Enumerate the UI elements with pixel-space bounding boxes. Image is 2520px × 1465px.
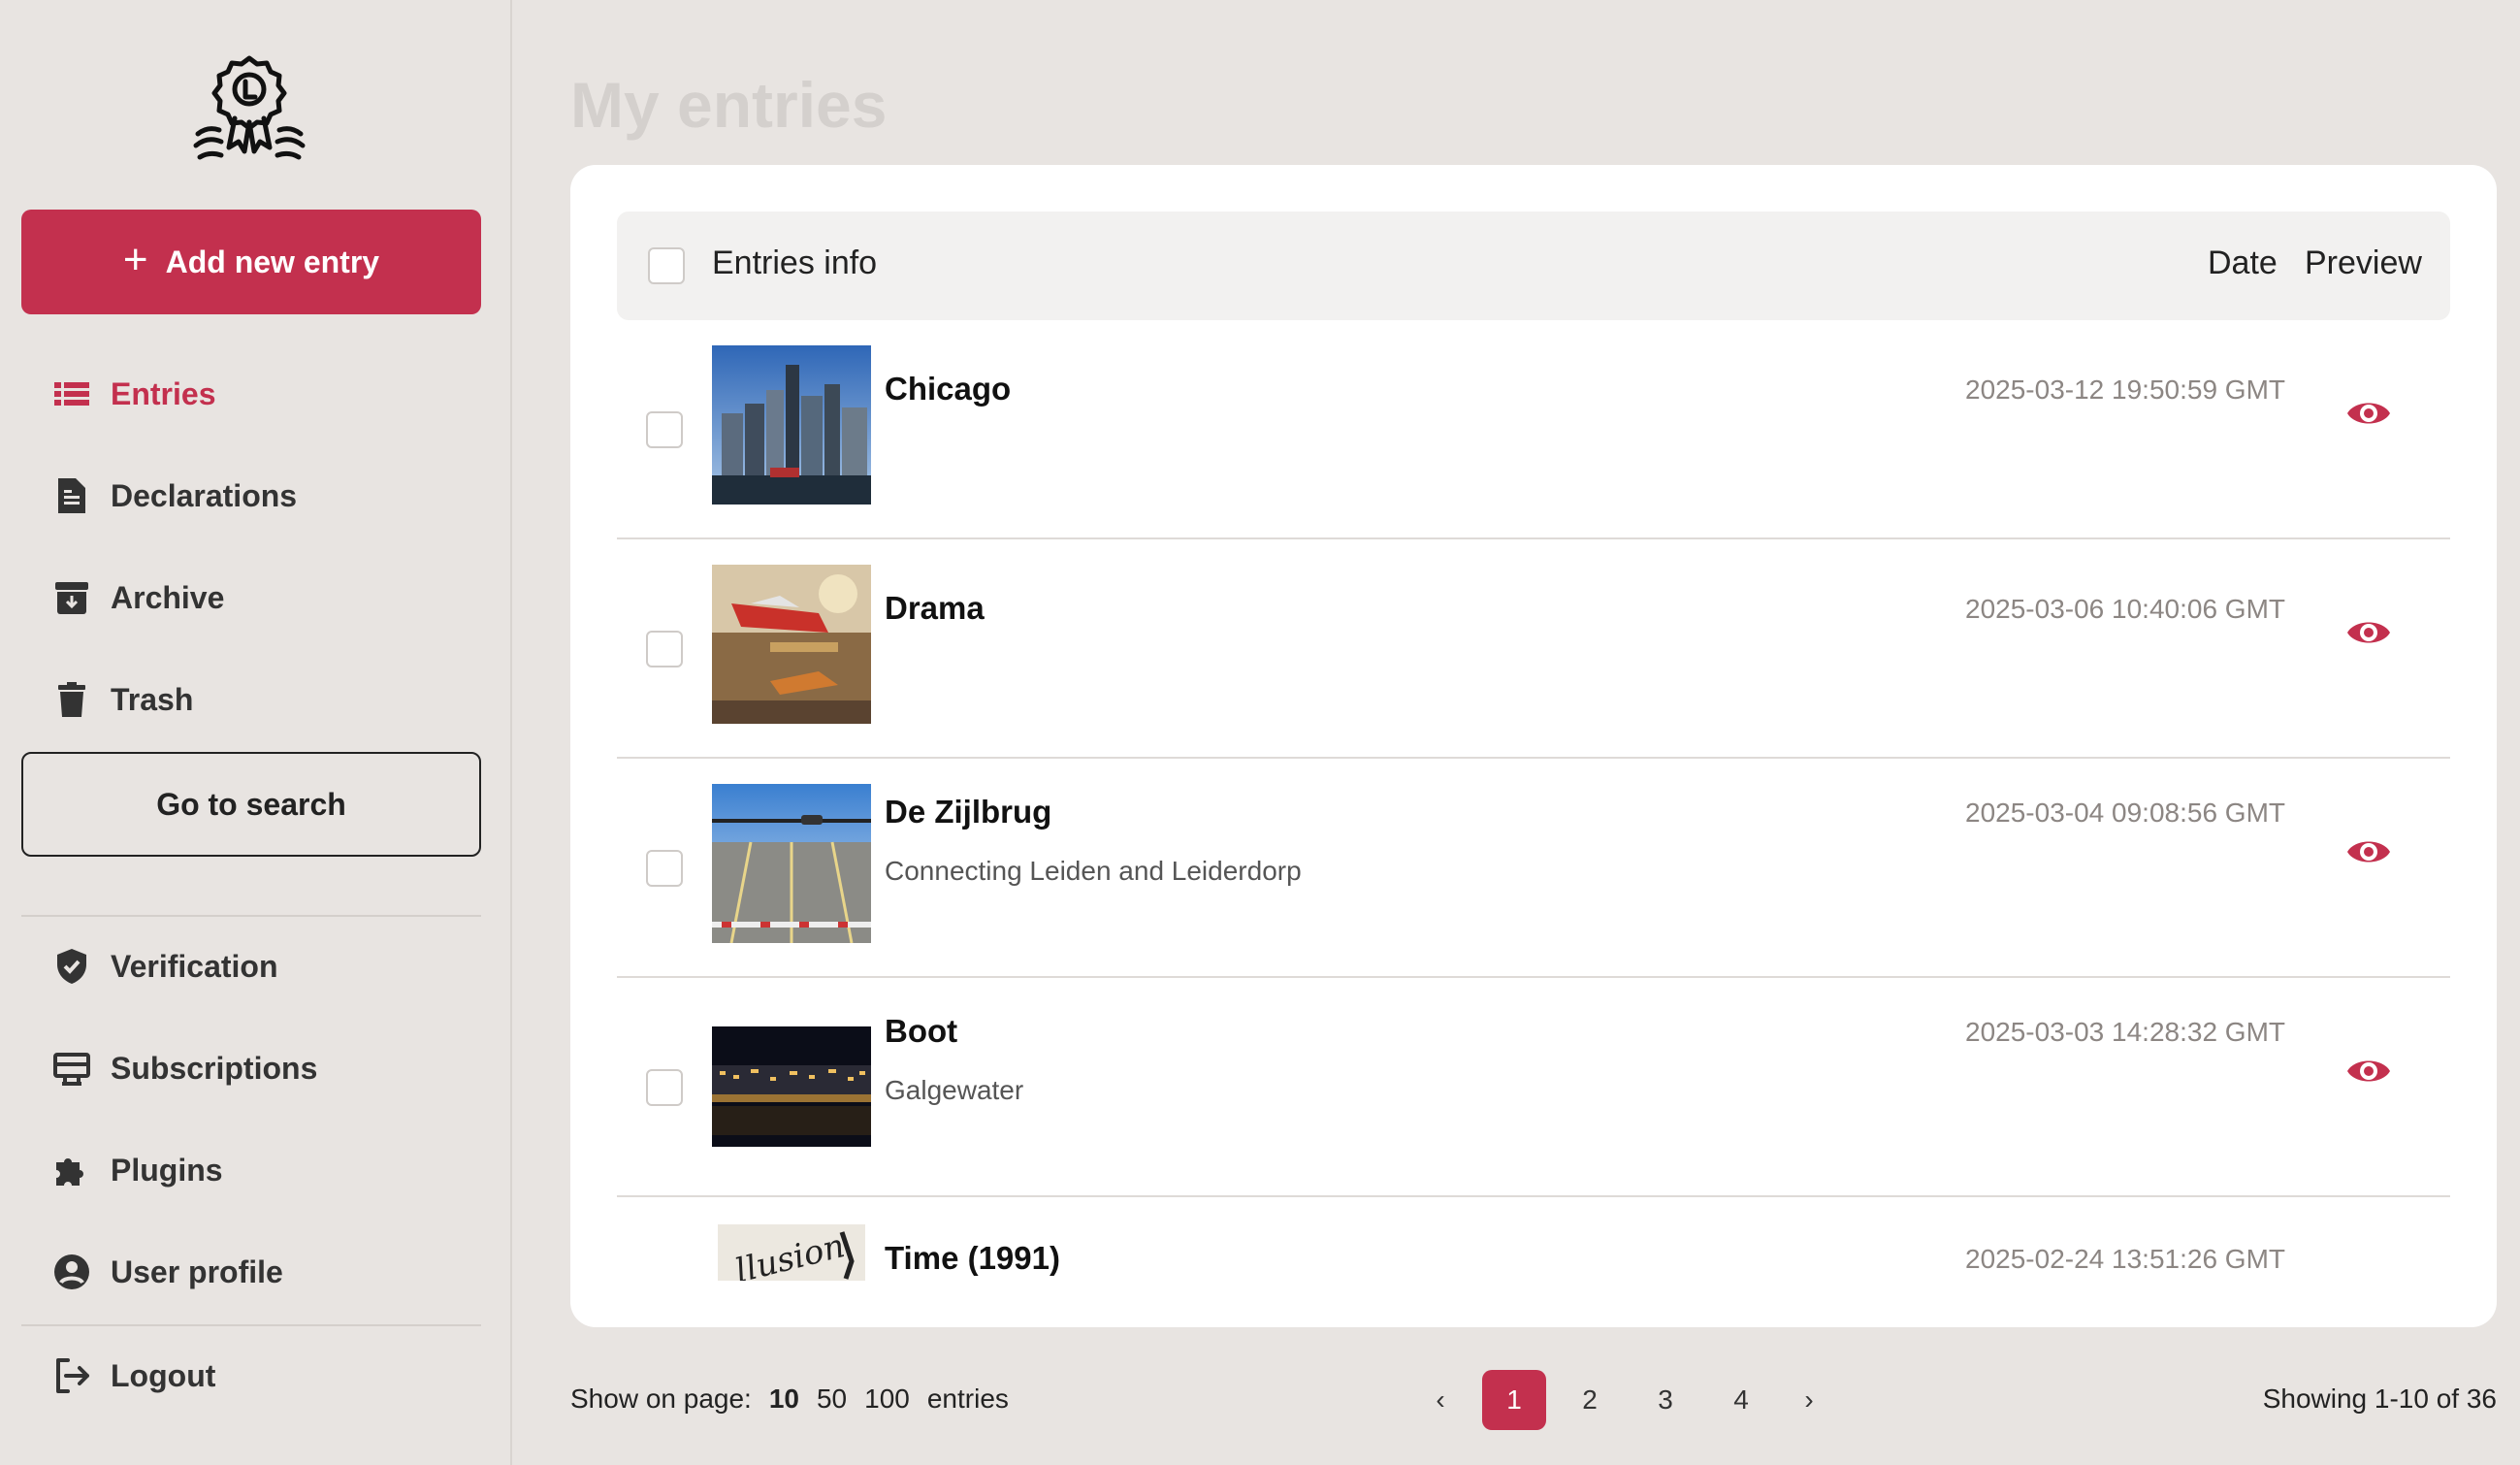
entry-title: Time (1991)	[885, 1240, 1060, 1276]
sidebar-item-label: Verification	[111, 948, 278, 984]
entry-date: 2025-02-24 13:51:26 GMT	[1965, 1244, 2285, 1274]
sidebar-item-label: Declarations	[111, 477, 298, 513]
subscriptions-icon	[53, 1053, 90, 1086]
showing-count: Showing 1-10 of 36	[2262, 1384, 2497, 1414]
logo-icon	[193, 55, 306, 160]
logout-icon	[56, 1358, 89, 1393]
table-row[interactable]: Drama 2025-03-06 10:40:06 GMT	[617, 539, 2450, 759]
sidebar-item-plugins[interactable]: Plugins	[52, 1141, 223, 1199]
header-preview: Preview	[2305, 244, 2422, 281]
show-on-page-label: Show on page:	[570, 1384, 752, 1414]
table-row[interactable]: Boot Galgewater 2025-03-03 14:28:32 GMT	[617, 978, 2450, 1197]
table-row[interactable]: De Zijlbrug Connecting Leiden and Leider…	[617, 759, 2450, 978]
entry-thumbnail	[712, 784, 871, 943]
entry-subtitle: Galgewater	[885, 1075, 1024, 1105]
page-button-4[interactable]: 4	[1709, 1370, 1773, 1430]
preview-eye-icon[interactable]	[2345, 609, 2392, 656]
trash-icon	[58, 682, 85, 717]
sidebar-divider	[21, 1324, 481, 1326]
sidebar-item-trash[interactable]: Trash	[52, 670, 193, 729]
sidebar-divider	[21, 915, 481, 917]
plus-icon: +	[122, 236, 148, 283]
page-title: My entries	[570, 69, 888, 141]
table-row[interactable]: llusion Time (1991) 2025-02-24 13:51:26 …	[617, 1197, 2450, 1327]
entries-label: entries	[926, 1384, 1009, 1414]
add-new-entry-label: Add new entry	[165, 244, 380, 279]
sidebar-item-entries[interactable]: Entries	[52, 365, 215, 423]
sidebar-item-label: User profile	[111, 1253, 283, 1289]
sidebar-item-declarations[interactable]: Declarations	[52, 467, 297, 525]
page-button-1[interactable]: 1	[1482, 1370, 1546, 1430]
sidebar-item-verification[interactable]: Verification	[52, 937, 278, 995]
sidebar-item-user-profile[interactable]: User profile	[52, 1243, 283, 1301]
entry-thumbnail	[712, 565, 871, 724]
sidebar-item-archive[interactable]: Archive	[52, 569, 224, 627]
table-row[interactable]: Chicago 2025-03-12 19:50:59 GMT	[617, 320, 2450, 539]
row-checkbox[interactable]	[646, 1069, 683, 1106]
entry-thumbnail: llusion	[718, 1224, 865, 1281]
sidebar-item-subscriptions[interactable]: Subscriptions	[52, 1039, 317, 1097]
prev-page-button[interactable]: ‹	[1416, 1370, 1465, 1430]
sidebar: + Add new entry Entries Declarations Arc…	[0, 0, 512, 1465]
entry-title: De Zijlbrug	[885, 794, 1052, 830]
user-circle-icon	[54, 1254, 89, 1289]
sidebar-item-label: Archive	[111, 579, 225, 615]
page-size-option-50[interactable]: 50	[817, 1384, 847, 1415]
page-size-option-100[interactable]: 100	[864, 1384, 910, 1415]
sidebar-item-label: Subscriptions	[111, 1050, 318, 1086]
logout-label: Logout	[111, 1357, 216, 1393]
go-to-search-button[interactable]: Go to search	[21, 752, 481, 857]
row-checkbox[interactable]	[646, 631, 683, 667]
page-button-2[interactable]: 2	[1558, 1370, 1622, 1430]
page-button-3[interactable]: 3	[1633, 1370, 1697, 1430]
entry-title: Drama	[885, 590, 985, 626]
entry-title: Chicago	[885, 371, 1012, 407]
add-new-entry-button[interactable]: + Add new entry	[21, 210, 481, 314]
entry-thumbnail	[712, 1026, 871, 1147]
entry-thumbnail	[712, 345, 871, 505]
row-checkbox[interactable]	[646, 850, 683, 887]
sidebar-item-label: Plugins	[111, 1152, 223, 1188]
next-page-button[interactable]: ›	[1785, 1370, 1833, 1430]
logout-button[interactable]: Logout	[52, 1347, 215, 1405]
sidebar-item-label: Trash	[111, 681, 194, 717]
archive-icon	[55, 582, 88, 614]
preview-eye-icon[interactable]	[2345, 829, 2392, 875]
preview-eye-icon[interactable]	[2345, 1048, 2392, 1094]
preview-eye-icon[interactable]	[2345, 390, 2392, 437]
sidebar-item-label: Entries	[111, 375, 216, 411]
entry-date: 2025-03-06 10:40:06 GMT	[1965, 594, 2285, 624]
document-icon	[58, 478, 85, 513]
entry-title: Boot	[885, 1013, 958, 1049]
select-all-checkbox[interactable]	[648, 247, 685, 284]
entry-date: 2025-03-04 09:08:56 GMT	[1965, 798, 2285, 828]
entries-table-card: Entries info Date Preview Chicago 2025-0…	[570, 165, 2497, 1327]
entry-date: 2025-03-12 19:50:59 GMT	[1965, 374, 2285, 405]
entry-date: 2025-03-03 14:28:32 GMT	[1965, 1017, 2285, 1047]
page-size-option-10[interactable]: 10	[769, 1384, 799, 1415]
header-date: Date	[2208, 244, 2278, 281]
header-entries-info: Entries info	[712, 244, 878, 281]
list-icon	[54, 382, 89, 406]
page-size-selector: Show on page: 10 50 100 entries	[570, 1384, 1009, 1415]
puzzle-icon	[56, 1158, 83, 1186]
entry-subtitle: Connecting Leiden and Leiderdorp	[885, 856, 1302, 886]
row-checkbox[interactable]	[646, 411, 683, 448]
shield-check-icon	[57, 949, 86, 984]
table-header: Entries info Date Preview	[617, 212, 2450, 320]
